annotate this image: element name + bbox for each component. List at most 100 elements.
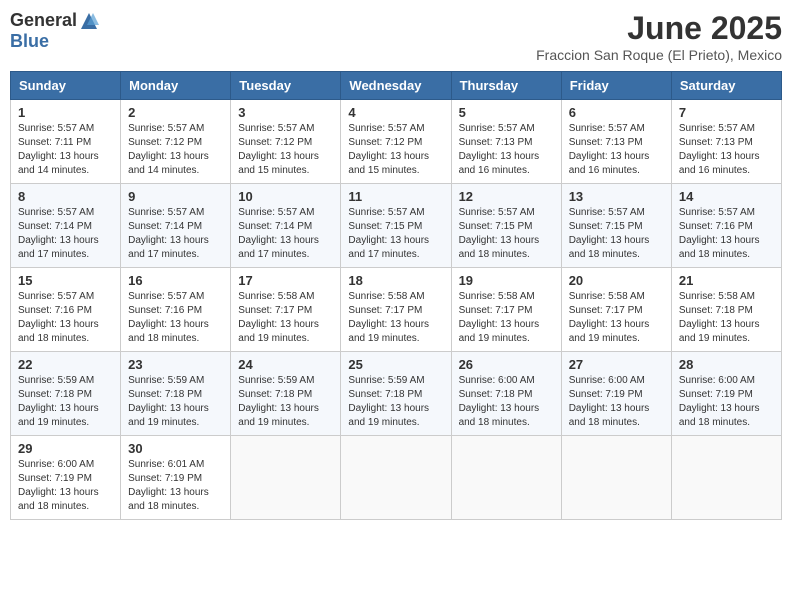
calendar-title: June 2025 bbox=[536, 10, 782, 47]
calendar-cell: 25 Sunrise: 5:59 AMSunset: 7:18 PMDayligh… bbox=[341, 352, 451, 436]
day-number: 25 bbox=[348, 357, 443, 372]
calendar-subtitle: Fraccion San Roque (El Prieto), Mexico bbox=[536, 47, 782, 63]
day-number: 10 bbox=[238, 189, 333, 204]
title-section: June 2025 Fraccion San Roque (El Prieto)… bbox=[536, 10, 782, 63]
day-info: Sunrise: 5:58 AMSunset: 7:17 PMDaylight:… bbox=[459, 290, 554, 346]
calendar-cell: 24Sunrise: 5:59 AMSunset: 7:18 PMDayligh… bbox=[231, 352, 341, 436]
day-info: Sunrise: 6:01 AMSunset: 7:19 PMDaylight:… bbox=[128, 458, 223, 514]
day-number: 7 bbox=[679, 105, 774, 120]
calendar-cell: 27 Sunrise: 6:00 AMSunset: 7:19 PMDayligh… bbox=[561, 352, 671, 436]
day-number: 16 bbox=[128, 273, 223, 288]
day-number: 11 bbox=[348, 189, 443, 204]
day-info: Sunrise: 5:58 AMSunset: 7:18 PMDaylight:… bbox=[679, 290, 774, 346]
day-info: Sunrise: 5:57 AMSunset: 7:11 PMDaylight:… bbox=[18, 122, 113, 178]
day-number: 1 bbox=[18, 105, 113, 120]
day-number: 13 bbox=[569, 189, 664, 204]
page-container: General Blue June 2025 Fraccion San Roqu… bbox=[10, 10, 782, 520]
calendar-table: SundayMondayTuesdayWednesdayThursdayFrid… bbox=[10, 71, 782, 520]
calendar-cell bbox=[341, 436, 451, 520]
calendar-cell bbox=[451, 436, 561, 520]
day-info: Sunrise: 5:57 AMSunset: 7:13 PMDaylight:… bbox=[679, 122, 774, 178]
day-info: Sunrise: 5:58 AMSunset: 7:17 PMDaylight:… bbox=[348, 290, 443, 346]
calendar-cell bbox=[231, 436, 341, 520]
day-number: 27 bbox=[569, 357, 664, 372]
day-number: 15 bbox=[18, 273, 113, 288]
day-info: Sunrise: 5:57 AMSunset: 7:16 PMDaylight:… bbox=[18, 290, 113, 346]
day-info: Sunrise: 5:57 AMSunset: 7:14 PMDaylight:… bbox=[18, 206, 113, 262]
calendar-cell: 17 Sunrise: 5:58 AMSunset: 7:17 PMDayligh… bbox=[231, 268, 341, 352]
calendar-cell: 16Sunrise: 5:57 AMSunset: 7:16 PMDayligh… bbox=[121, 268, 231, 352]
day-info: Sunrise: 6:00 AMSunset: 7:18 PMDaylight:… bbox=[459, 374, 554, 430]
day-info: Sunrise: 6:00 AMSunset: 7:19 PMDaylight:… bbox=[679, 374, 774, 430]
calendar-cell: 30 Sunrise: 6:01 AMSunset: 7:19 PMDayligh… bbox=[121, 436, 231, 520]
day-info: Sunrise: 5:57 AMSunset: 7:15 PMDaylight:… bbox=[459, 206, 554, 262]
header-thursday: Thursday bbox=[451, 72, 561, 100]
calendar-week-row: 22Sunrise: 5:59 AMSunset: 7:18 PMDayligh… bbox=[11, 352, 782, 436]
header-monday: Monday bbox=[121, 72, 231, 100]
day-number: 21 bbox=[679, 273, 774, 288]
calendar-cell: 4Sunrise: 5:57 AMSunset: 7:12 PMDaylight… bbox=[341, 100, 451, 184]
calendar-cell: 6 Sunrise: 5:57 AMSunset: 7:13 PMDaylight… bbox=[561, 100, 671, 184]
calendar-cell: 28 Sunrise: 6:00 AMSunset: 7:19 PMDayligh… bbox=[671, 352, 781, 436]
header-wednesday: Wednesday bbox=[341, 72, 451, 100]
day-number: 30 bbox=[128, 441, 223, 456]
day-info: Sunrise: 5:58 AMSunset: 7:17 PMDaylight:… bbox=[238, 290, 333, 346]
day-number: 23 bbox=[128, 357, 223, 372]
day-number: 8 bbox=[18, 189, 113, 204]
calendar-cell: 21 Sunrise: 5:58 AMSunset: 7:18 PMDayligh… bbox=[671, 268, 781, 352]
day-number: 4 bbox=[348, 105, 443, 120]
calendar-cell bbox=[561, 436, 671, 520]
calendar-cell bbox=[671, 436, 781, 520]
day-number: 19 bbox=[459, 273, 554, 288]
calendar-cell: 20Sunrise: 5:58 AMSunset: 7:17 PMDayligh… bbox=[561, 268, 671, 352]
header-friday: Friday bbox=[561, 72, 671, 100]
calendar-cell: 22Sunrise: 5:59 AMSunset: 7:18 PMDayligh… bbox=[11, 352, 121, 436]
header-tuesday: Tuesday bbox=[231, 72, 341, 100]
calendar-cell: 7 Sunrise: 5:57 AMSunset: 7:13 PMDaylight… bbox=[671, 100, 781, 184]
day-info: Sunrise: 5:57 AMSunset: 7:16 PMDaylight:… bbox=[679, 206, 774, 262]
day-info: Sunrise: 5:57 AMSunset: 7:12 PMDaylight:… bbox=[238, 122, 333, 178]
calendar-cell: 10 Sunrise: 5:57 AMSunset: 7:14 PMDayligh… bbox=[231, 184, 341, 268]
logo: General Blue bbox=[10, 10, 99, 52]
day-info: Sunrise: 5:57 AMSunset: 7:13 PMDaylight:… bbox=[459, 122, 554, 178]
calendar-cell: 1 Sunrise: 5:57 AMSunset: 7:11 PMDaylight… bbox=[11, 100, 121, 184]
logo-general-text: General bbox=[10, 10, 77, 31]
day-number: 12 bbox=[459, 189, 554, 204]
calendar-cell: 9Sunrise: 5:57 AMSunset: 7:14 PMDaylight… bbox=[121, 184, 231, 268]
header-saturday: Saturday bbox=[671, 72, 781, 100]
day-info: Sunrise: 6:00 AMSunset: 7:19 PMDaylight:… bbox=[18, 458, 113, 514]
calendar-cell: 5 Sunrise: 5:57 AMSunset: 7:13 PMDaylight… bbox=[451, 100, 561, 184]
day-number: 29 bbox=[18, 441, 113, 456]
logo-blue-text: Blue bbox=[10, 31, 49, 52]
day-number: 18 bbox=[348, 273, 443, 288]
day-number: 26 bbox=[459, 357, 554, 372]
calendar-week-row: 1 Sunrise: 5:57 AMSunset: 7:11 PMDaylight… bbox=[11, 100, 782, 184]
day-info: Sunrise: 5:59 AMSunset: 7:18 PMDaylight:… bbox=[18, 374, 113, 430]
calendar-cell: 13 Sunrise: 5:57 AMSunset: 7:15 PMDayligh… bbox=[561, 184, 671, 268]
day-number: 6 bbox=[569, 105, 664, 120]
day-number: 17 bbox=[238, 273, 333, 288]
calendar-cell: 23 Sunrise: 5:59 AMSunset: 7:18 PMDayligh… bbox=[121, 352, 231, 436]
calendar-cell: 15 Sunrise: 5:57 AMSunset: 7:16 PMDayligh… bbox=[11, 268, 121, 352]
day-info: Sunrise: 5:57 AMSunset: 7:15 PMDaylight:… bbox=[569, 206, 664, 262]
day-info: Sunrise: 5:57 AMSunset: 7:15 PMDaylight:… bbox=[348, 206, 443, 262]
day-info: Sunrise: 5:57 AMSunset: 7:12 PMDaylight:… bbox=[128, 122, 223, 178]
day-number: 5 bbox=[459, 105, 554, 120]
calendar-week-row: 29 Sunrise: 6:00 AMSunset: 7:19 PMDayligh… bbox=[11, 436, 782, 520]
day-info: Sunrise: 5:57 AMSunset: 7:14 PMDaylight:… bbox=[128, 206, 223, 262]
logo-icon bbox=[79, 11, 99, 31]
day-info: Sunrise: 5:57 AMSunset: 7:14 PMDaylight:… bbox=[238, 206, 333, 262]
calendar-cell: 26 Sunrise: 6:00 AMSunset: 7:18 PMDayligh… bbox=[451, 352, 561, 436]
calendar-week-row: 8 Sunrise: 5:57 AMSunset: 7:14 PMDaylight… bbox=[11, 184, 782, 268]
day-info: Sunrise: 5:57 AMSunset: 7:13 PMDaylight:… bbox=[569, 122, 664, 178]
calendar-cell: 19 Sunrise: 5:58 AMSunset: 7:17 PMDayligh… bbox=[451, 268, 561, 352]
day-info: Sunrise: 5:58 AMSunset: 7:17 PMDaylight:… bbox=[569, 290, 664, 346]
day-info: Sunrise: 5:59 AMSunset: 7:18 PMDaylight:… bbox=[128, 374, 223, 430]
day-number: 2 bbox=[128, 105, 223, 120]
calendar-cell: 18 Sunrise: 5:58 AMSunset: 7:17 PMDayligh… bbox=[341, 268, 451, 352]
day-info: Sunrise: 5:59 AMSunset: 7:18 PMDaylight:… bbox=[348, 374, 443, 430]
calendar-cell: 3Sunrise: 5:57 AMSunset: 7:12 PMDaylight… bbox=[231, 100, 341, 184]
day-number: 28 bbox=[679, 357, 774, 372]
calendar-cell: 8 Sunrise: 5:57 AMSunset: 7:14 PMDaylight… bbox=[11, 184, 121, 268]
day-info: Sunrise: 6:00 AMSunset: 7:19 PMDaylight:… bbox=[569, 374, 664, 430]
